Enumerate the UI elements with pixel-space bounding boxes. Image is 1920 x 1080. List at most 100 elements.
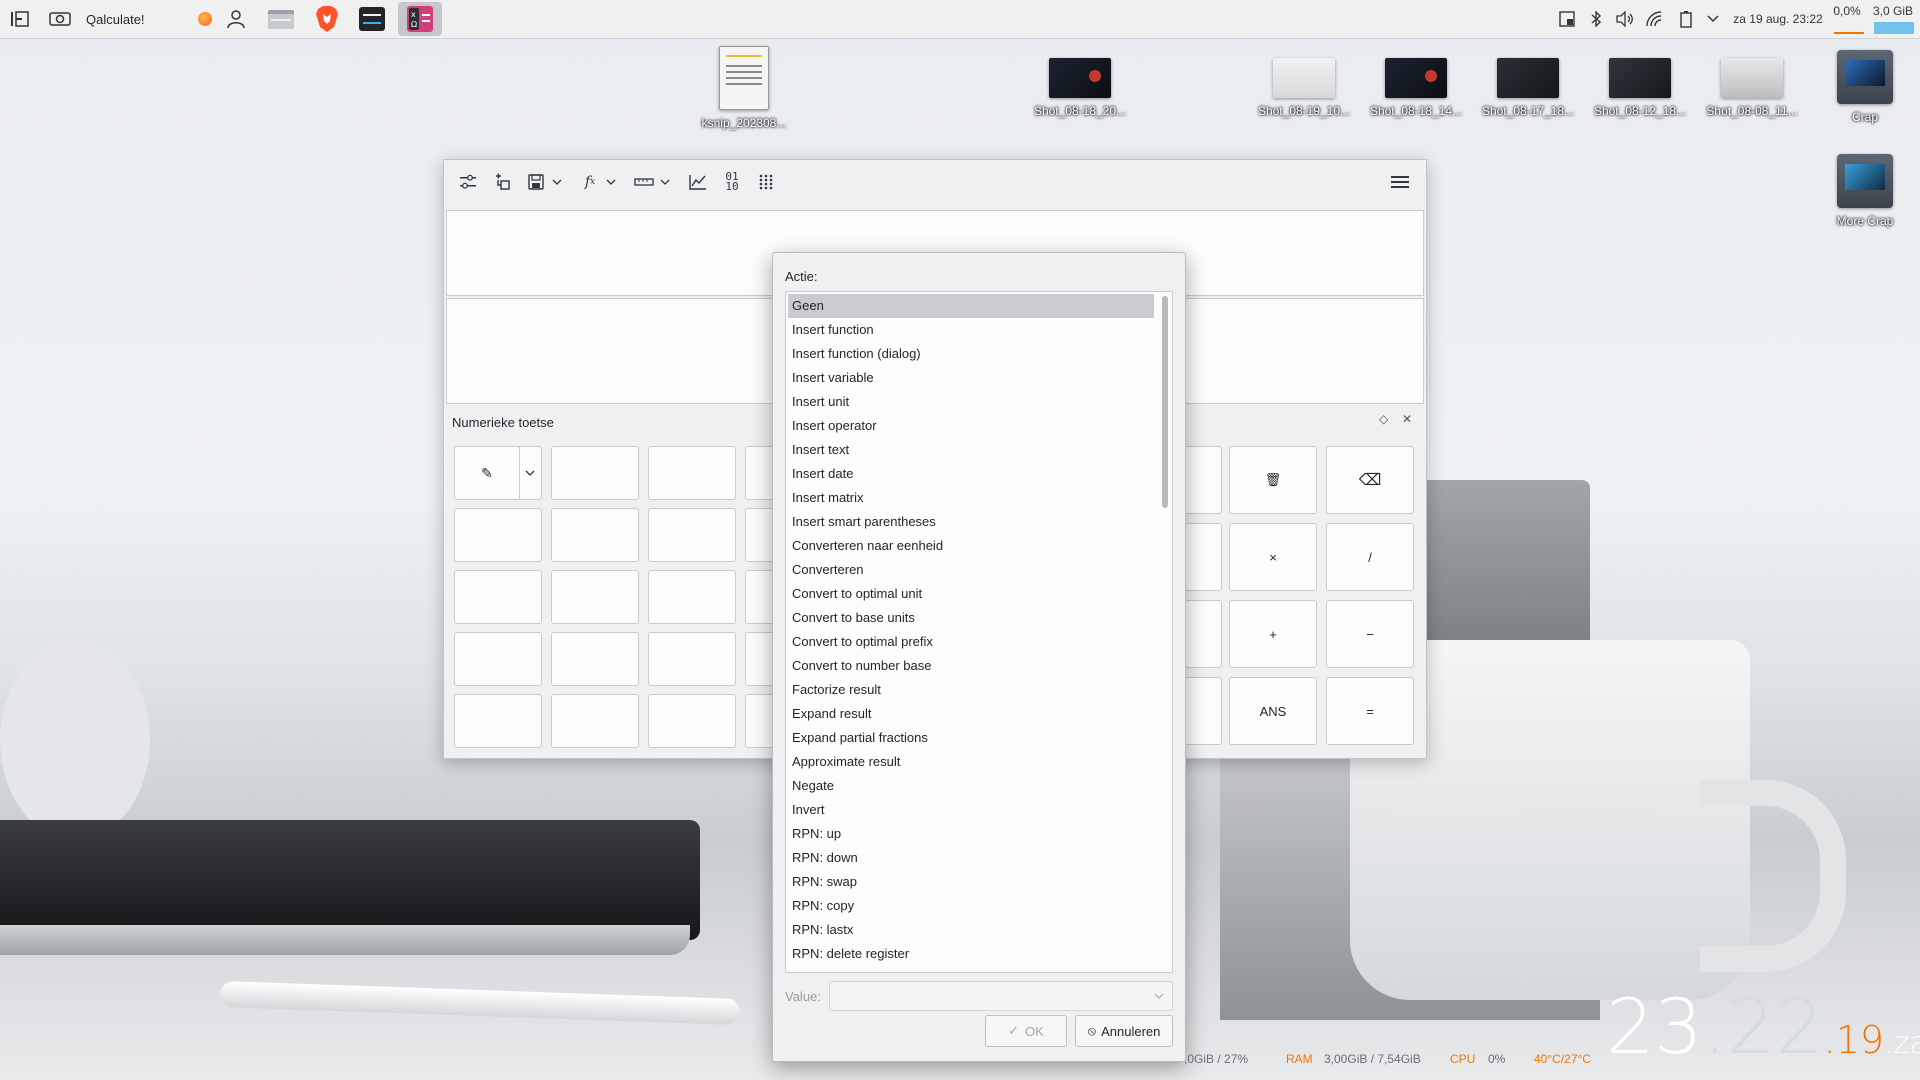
functions-icon[interactable]: fx [578,170,602,194]
action-list-item[interactable]: Converteren [788,558,1154,582]
custom-key[interactable] [648,508,736,562]
custom-key[interactable] [551,694,639,748]
tray-expand-chevron-icon[interactable] [1704,0,1722,38]
action-list-item[interactable]: Convert to optimal unit [788,582,1154,606]
desktop-icon-shot-1[interactable]: Shot_08-18_20... [1025,58,1135,118]
action-list-item[interactable]: Expand result [788,702,1154,726]
plot-icon[interactable] [686,170,710,194]
cancel-button[interactable]: ⦸ Annuleren [1075,1015,1173,1047]
battery-icon[interactable] [1676,0,1696,38]
close-keypad-icon[interactable]: ✕ [1402,412,1412,426]
action-list[interactable]: Geen Insert function Insert function (dial… [785,291,1173,973]
bluetooth-icon[interactable] [1586,0,1606,38]
action-list-item[interactable]: RPN: delete register [788,942,1154,966]
desktop-icon-ksnip[interactable]: ksnip_202308... [689,46,799,130]
file-manager-icon[interactable] [264,2,298,36]
action-list-item[interactable]: Insert smart parentheses [788,510,1154,534]
action-list-item[interactable]: RPN: swap [788,870,1154,894]
action-list-item[interactable]: Geen [788,294,1154,318]
keypad-toggle-icon[interactable] [754,170,778,194]
custom-key-edit-button[interactable]: ✎ [454,446,542,500]
desktop-icon-more-crap[interactable]: More Crap [1810,154,1920,228]
delete-button[interactable]: 🗑 [1229,446,1317,514]
desktop-icon-shot-6[interactable]: Shot_08-08_11... [1697,58,1807,118]
user-icon[interactable] [222,0,250,38]
multiply-button[interactable]: × [1229,523,1317,591]
desktop-icon-shot-4[interactable]: Shot_08-17_18... [1473,58,1583,118]
action-list-item[interactable]: Convert to number base [788,654,1154,678]
numeric-key[interactable] [1184,677,1222,745]
action-list-item[interactable]: Insert text [788,438,1154,462]
custom-key[interactable] [648,632,736,686]
screenshot-icon[interactable] [46,0,74,38]
desktop-icon-label: Shot_08-18_14... [1369,104,1463,118]
divide-button[interactable]: / [1326,523,1414,591]
backspace-button[interactable]: ⌫ [1326,446,1414,514]
float-keypad-icon[interactable]: ◇ [1379,412,1388,426]
save-dropdown-chevron-icon[interactable] [550,170,564,194]
ok-button[interactable]: ✓ OK [985,1015,1067,1047]
action-list-item[interactable]: RPN: up [788,822,1154,846]
action-list-item[interactable]: RPN: down [788,846,1154,870]
mode-settings-icon[interactable] [456,170,480,194]
action-list-item[interactable]: Insert operator [788,414,1154,438]
volume-icon[interactable] [1614,0,1636,38]
custom-key[interactable] [648,446,736,500]
custom-key[interactable] [551,508,639,562]
action-list-item[interactable]: Invert [788,798,1154,822]
ans-button[interactable]: ANS [1229,677,1317,745]
action-list-item[interactable]: Convert to base units [788,606,1154,630]
custom-key[interactable] [551,570,639,624]
system-settings-icon[interactable] [355,2,389,36]
custom-key[interactable] [454,694,542,748]
units-dropdown-chevron-icon[interactable] [658,170,672,194]
equals-button[interactable]: = [1326,677,1414,745]
action-list-item[interactable]: Expand partial fractions [788,726,1154,750]
functions-dropdown-chevron-icon[interactable] [604,170,618,194]
action-list-item[interactable]: RPN: copy [788,894,1154,918]
action-list-item[interactable]: Insert variable [788,366,1154,390]
action-list-item[interactable]: Insert date [788,462,1154,486]
action-list-item[interactable]: RPN: lastx [788,918,1154,942]
desktop-icon-shot-5[interactable]: Shot_08-12_18... [1585,58,1695,118]
action-list-item[interactable]: Approximate result [788,750,1154,774]
desktop-icon-shot-2[interactable]: Shot_08-19_10... [1249,58,1359,118]
chevron-down-icon[interactable] [519,447,540,499]
custom-key[interactable] [454,508,542,562]
custom-key[interactable] [454,632,542,686]
numeric-key[interactable] [1184,600,1222,668]
qalculate-taskbar-icon[interactable]: xΩ [398,2,442,36]
brave-browser-icon[interactable] [310,2,344,36]
action-list-item[interactable]: Insert unit [788,390,1154,414]
panel-datetime[interactable]: za 19 aug. 23:22 [1728,0,1828,38]
custom-key[interactable] [648,694,736,748]
application-launcher-icon[interactable] [6,0,34,38]
value-combo[interactable] [829,981,1173,1011]
action-list-item[interactable]: Insert function (dialog) [788,342,1154,366]
plus-button[interactable]: + [1229,600,1317,668]
save-icon[interactable] [524,170,548,194]
clipboard-icon[interactable] [1556,0,1578,38]
numeric-key[interactable] [1184,523,1222,591]
action-list-item[interactable]: Insert function [788,318,1154,342]
desktop-icon-crap[interactable]: Crap [1810,50,1920,124]
custom-key[interactable] [648,570,736,624]
list-scrollbar-thumb[interactable] [1162,296,1168,508]
action-list-item[interactable]: Insert matrix [788,486,1154,510]
desktop-icon-shot-3[interactable]: Shot_08-18_14... [1361,58,1471,118]
action-list-item[interactable]: Converteren naar eenheid [788,534,1154,558]
custom-key[interactable] [551,632,639,686]
numeric-key[interactable] [1184,446,1222,514]
hamburger-menu-icon[interactable] [1388,170,1412,194]
custom-key[interactable] [551,446,639,500]
firefox-icon[interactable] [196,0,214,38]
action-list-item[interactable]: Convert to optimal prefix [788,630,1154,654]
number-bases-icon[interactable]: 01 10 [720,170,744,194]
minus-button[interactable]: − [1326,600,1414,668]
custom-key[interactable] [454,570,542,624]
action-list-item[interactable]: Negate [788,774,1154,798]
network-icon[interactable] [1644,0,1666,38]
history-add-icon[interactable] [490,170,514,194]
action-list-item[interactable]: Factorize result [788,678,1154,702]
units-ruler-icon[interactable] [632,170,656,194]
